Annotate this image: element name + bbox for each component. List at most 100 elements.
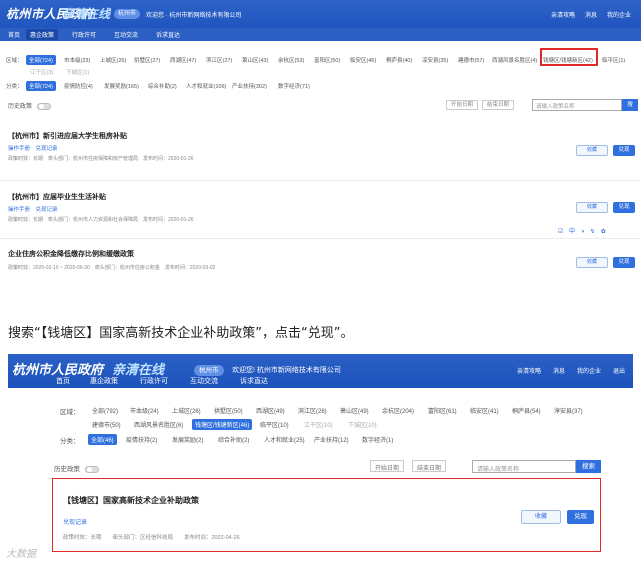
area-chip[interactable]: 余杭区(53) [278,56,304,64]
area-chip[interactable]: 萧山区(49) [340,406,369,415]
start-date-input[interactable]: 开始日期 [446,100,479,110]
policy-title[interactable]: 【杭州市】新引进应届大学生租房补贴 [8,131,127,141]
category-chip[interactable]: 数字经济(1) [362,435,393,444]
history-toggle[interactable] [36,102,51,110]
history-label: 历史政策 [54,466,80,473]
category-chip[interactable]: 疫情扶持(2) [126,435,157,444]
area-chip[interactable]: 江干区(10) [304,420,333,429]
favorite-button[interactable]: 收藏 [576,202,608,213]
category-chip[interactable]: 人才和就业(25) [264,435,305,444]
area-chip[interactable]: 滨江区(27) [206,56,232,64]
category-chip[interactable]: 产业扶持(12) [314,435,349,444]
screenshot-before: 杭州市人民政府 亲清在线 杭州市 欢迎您 · 杭州市新网络技术有限公司 亲清攻略… [0,0,641,276]
area-chip[interactable]: 西湖风景名胜区(4) [492,56,537,64]
area-chip[interactable]: 全部(792) [92,406,118,415]
category-chip[interactable]: 产业扶持(302) [232,82,267,90]
policy-meta: 政策时效：长期 牵头部门：区经信科技局 发布时间：2022-04-26 [63,535,240,541]
area-chip[interactable]: 拱墅区(50) [214,406,243,415]
history-toggle-row: 历史政策 [8,101,51,110]
redeem-record-link[interactable]: 兑现记录 [63,517,87,526]
screenshot-after: 杭州市人民政府 亲清在线 杭州市 欢迎您! 杭州市新网络技术有限公司 亲清攻略 … [8,354,633,567]
history-toggle[interactable] [84,465,99,473]
policy-actions[interactable]: 操作手册 兑现记录 [8,205,58,213]
category-chip[interactable]: 数字经济(71) [278,82,310,90]
nav-home[interactable]: 首页 [8,30,20,39]
area-chip[interactable]: 江干区(3) [30,68,53,76]
area-chip[interactable]: 临安区(41) [470,406,499,415]
redeem-button[interactable]: 兑现 [613,145,635,156]
nav-policies[interactable]: 惠企政策 [90,376,118,390]
area-chip[interactable]: 下城区(1) [66,68,89,76]
area-chip[interactable]: 市本级(24) [130,406,159,415]
policy-actions[interactable]: 操作手册 兑现记录 [8,144,58,152]
nav-permits[interactable]: 行政许可 [140,376,168,386]
area-chip[interactable]: 滨江区(26) [298,406,327,415]
category-chip[interactable]: 发展奖励(2) [172,435,203,444]
top-link-guide[interactable]: 亲清攻略 [551,10,575,19]
category-chip[interactable]: 综合补助(2) [218,435,249,444]
policy-title[interactable]: 【杭州市】应届毕业生生活补贴 [8,192,106,202]
area-chip[interactable]: 西湖区(47) [170,56,196,64]
area-chip[interactable]: 桐庐县(40) [386,56,412,64]
favorite-button[interactable]: 收藏 [521,510,561,524]
area-chip[interactable]: 建德市(57) [458,56,484,64]
area-chip[interactable]: 富阳区(50) [314,56,340,64]
area-chip[interactable]: 临平区(10) [260,420,289,429]
header-bar: 杭州市人民政府 亲清在线 杭州市 欢迎您! 杭州市新网络技术有限公司 亲清攻略 … [8,354,633,390]
policy-title[interactable]: 【钱塘区】国家高新技术企业补助政策 [63,495,199,506]
area-chip[interactable]: 临平区(1) [602,56,625,64]
area-chip[interactable]: 全部(724) [26,55,56,65]
category-chip[interactable]: 发展奖励(165) [104,82,139,90]
nav-permits[interactable]: 行政许可 [72,30,96,39]
area-chip[interactable]: 西湖风景名胜区(6) [134,420,183,429]
nav-appeals[interactable]: 诉求直达 [156,30,180,39]
area-chip[interactable]: 富阳区(61) [428,406,457,415]
accessibility-tools[interactable]: ☑ 中 ◑ ↯ ✿ [558,226,608,235]
top-link-my-company[interactable]: 我的企业 [607,10,631,19]
area-chip[interactable]: 西湖区(49) [256,406,285,415]
policy-title[interactable]: 企业住房公积金降低缴存比例和缓缴政策 [8,249,134,259]
instruction-text: 搜索“【钱塘区】国家高新技术企业补助政策”，点击“兑现”。 [8,326,354,341]
search-button[interactable]: 搜 [622,99,638,111]
welcome-text: 欢迎您 · 杭州市新网络技术有限公司 [146,13,242,19]
redeem-button[interactable]: 兑现 [613,202,635,213]
area-chip[interactable]: 上城区(26) [172,406,201,415]
area-chip[interactable]: 建德市(50) [92,420,121,429]
area-chip[interactable]: 萧山区(43) [242,56,268,64]
area-chip[interactable]: 桐庐县(54) [512,406,541,415]
category-chip[interactable]: 人才和就业(106) [186,82,226,90]
favorite-button[interactable]: 收藏 [576,145,608,156]
area-chip[interactable]: 下城区(10) [348,420,377,429]
category-chip[interactable]: 全部(46) [88,434,117,445]
area-chip-qiantang[interactable]: 钱塘区/钱塘新区(46) [192,419,253,430]
favorite-button[interactable]: 收藏 [576,257,608,268]
category-chip[interactable]: 综合补助(2) [148,82,177,90]
nav-interaction[interactable]: 互动交流 [114,30,138,39]
area-chip[interactable]: 淳安县(35) [422,56,448,64]
city-selector[interactable]: 杭州市 [114,9,141,19]
area-chip[interactable]: 临安区(46) [350,56,376,64]
area-chip[interactable]: 拱墅区(27) [134,56,160,64]
highlight-box [540,48,598,66]
main-nav: 首页 惠企政策 行政许可 互动交流 诉求直达 [0,28,641,41]
end-date-input[interactable]: 结束日期 [412,460,447,472]
nav-interaction[interactable]: 互动交流 [190,376,218,386]
nav-policies[interactable]: 惠企政策 [26,29,59,40]
top-link-messages[interactable]: 消息 [585,10,597,19]
redeem-button[interactable]: 兑现 [613,257,635,268]
area-chip[interactable]: 上城区(26) [100,56,126,64]
start-date-input[interactable]: 开始日期 [370,460,405,472]
category-chip[interactable]: 疫情防控(4) [64,82,93,90]
search-button[interactable]: 搜索 [576,460,601,473]
area-chip[interactable]: 淳安县(37) [554,406,583,415]
search-input[interactable]: 请输入政策名称 [472,460,576,473]
end-date-input[interactable]: 结束日期 [482,100,515,110]
category-chip[interactable]: 全部(724) [26,81,56,91]
area-chip[interactable]: 市本级(23) [64,56,90,64]
redeem-button[interactable]: 兑现 [567,510,594,524]
category-label: 分类： [6,84,23,90]
nav-appeals[interactable]: 诉求直达 [240,376,268,386]
nav-home[interactable]: 首页 [56,376,70,386]
area-chip[interactable]: 余杭区(204) [382,406,414,415]
search-input[interactable]: 请输入政策名称 [532,99,622,111]
